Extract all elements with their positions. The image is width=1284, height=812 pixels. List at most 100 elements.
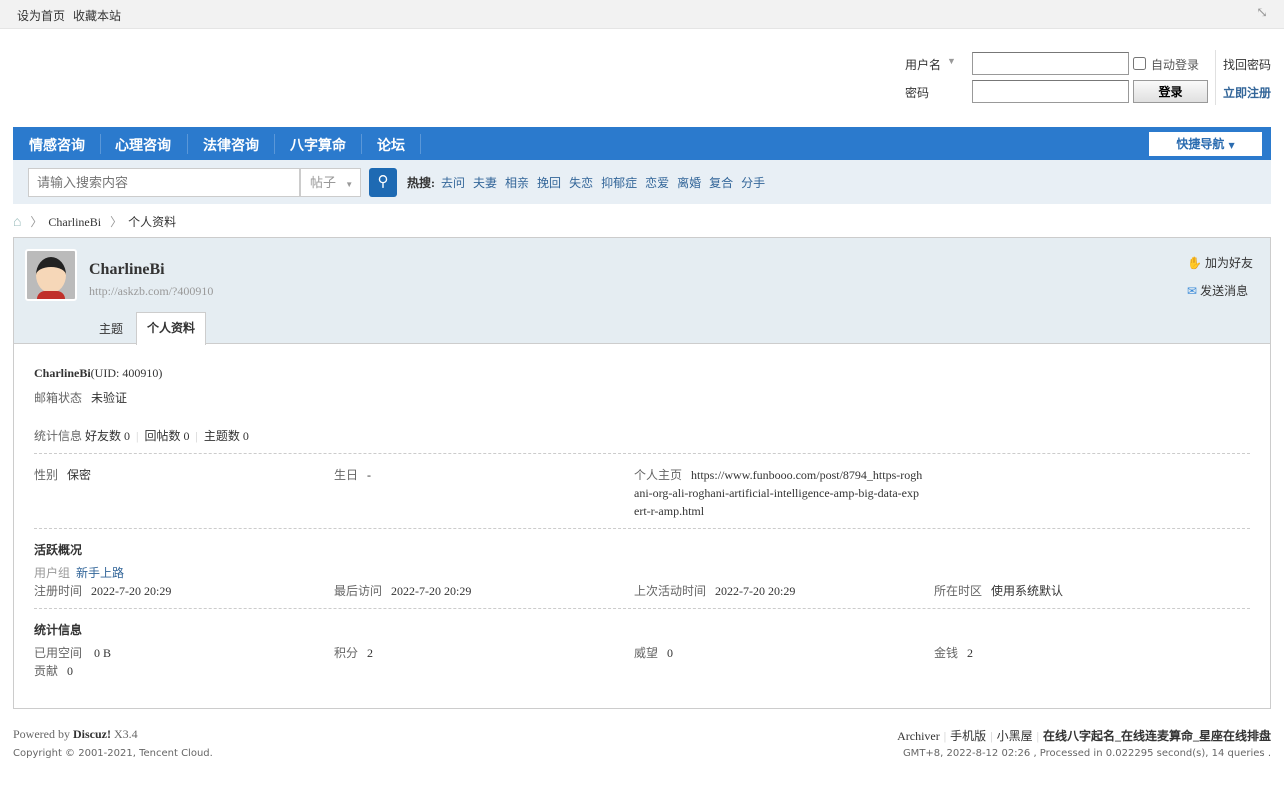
login-button[interactable]: 登录 bbox=[1133, 80, 1208, 103]
username-input[interactable] bbox=[972, 52, 1129, 75]
top-bar: 设为首页 收藏本站 ⤡ bbox=[0, 0, 1284, 29]
auto-login-label[interactable]: 自动登录 bbox=[1151, 56, 1199, 73]
auto-login-checkbox[interactable] bbox=[1133, 57, 1146, 70]
main-nav: 情感咨询 心理咨询 法律咨询 八字算命 论坛 快捷导航 ▼ bbox=[13, 127, 1271, 160]
uid: (UID: 400910) bbox=[90, 366, 163, 380]
archiver-link[interactable]: Archiver bbox=[897, 729, 940, 743]
hot-label: 热搜: bbox=[407, 176, 435, 190]
add-friend-label: 加为好友 bbox=[1204, 256, 1253, 270]
divider bbox=[34, 608, 1250, 609]
breadcrumb-page: 个人资料 bbox=[128, 215, 177, 229]
send-message-label: 发送消息 bbox=[1200, 284, 1249, 298]
email-label: 邮箱状态 bbox=[34, 391, 83, 405]
find-password-link[interactable]: 找回密码 bbox=[1223, 56, 1271, 73]
last-visit-label: 最后访问 bbox=[334, 584, 383, 598]
nav-item[interactable]: 八字算命 bbox=[290, 135, 346, 155]
search-icon[interactable]: ⚲ bbox=[369, 168, 397, 197]
nav-item[interactable]: 论坛 bbox=[377, 135, 405, 155]
hot-link[interactable]: 复合 bbox=[709, 176, 733, 190]
handshake-icon: ✋ bbox=[1187, 256, 1202, 270]
send-message-button[interactable]: ✉ 发送消息 bbox=[1187, 282, 1248, 299]
last-active-value: 2022-7-20 20:29 bbox=[715, 584, 796, 598]
hot-link[interactable]: 恋爱 bbox=[645, 176, 669, 190]
points-label: 积分 bbox=[334, 646, 359, 660]
homepage-label: 个人主页 bbox=[634, 468, 683, 482]
hot-link[interactable]: 离婚 bbox=[677, 176, 701, 190]
breadcrumb-user[interactable]: CharlineBi bbox=[48, 215, 101, 229]
threads-link[interactable]: 主题数 0 bbox=[204, 429, 249, 443]
site-link[interactable]: 在线八字起名_在线连麦算命_星座在线排盘 bbox=[1043, 729, 1271, 743]
activity-title: 活跃概况 bbox=[34, 543, 83, 557]
profile-name: CharlineBi bbox=[89, 261, 165, 278]
group-link[interactable]: 新手上路 bbox=[76, 566, 124, 580]
breadcrumb: ⌂ 〉 CharlineBi 〉个人资料 bbox=[13, 215, 177, 230]
nav-item[interactable]: 法律咨询 bbox=[203, 135, 259, 155]
add-friend-button[interactable]: ✋ 加为好友 bbox=[1187, 254, 1253, 271]
password-label: 密码 bbox=[905, 86, 930, 100]
hot-link[interactable]: 抑郁症 bbox=[601, 176, 637, 190]
divider bbox=[1215, 50, 1216, 105]
password-input[interactable] bbox=[972, 80, 1129, 103]
discuz-link[interactable]: Discuz! bbox=[73, 727, 111, 741]
tz-value: 使用系统默认 bbox=[991, 584, 1064, 598]
blackroom-link[interactable]: 小黑屋 bbox=[997, 729, 1033, 743]
hot-link[interactable]: 夫妻 bbox=[473, 176, 497, 190]
powered-by: Powered by bbox=[13, 727, 70, 741]
nav-item[interactable]: 心理咨询 bbox=[115, 135, 171, 155]
username-label[interactable]: 用户名 bbox=[905, 56, 941, 73]
last-active-label: 上次活动时间 bbox=[634, 584, 707, 598]
last-visit-value: 2022-7-20 20:29 bbox=[391, 584, 472, 598]
divider bbox=[34, 528, 1250, 529]
version: X3.4 bbox=[114, 727, 138, 741]
prestige-value: 0 bbox=[667, 646, 674, 660]
bookmark-link[interactable]: 收藏本站 bbox=[73, 7, 121, 24]
friends-link[interactable]: 好友数 0 bbox=[85, 429, 130, 443]
reg-value: 2022-7-20 20:29 bbox=[91, 584, 172, 598]
hot-searches: 热搜: 去问 夫妻 相亲 挽回 失恋 抑郁症 恋爱 离婚 复合 分手 bbox=[407, 174, 773, 191]
space-value: 0 B bbox=[94, 646, 112, 660]
tab-threads[interactable]: 主题 bbox=[99, 320, 123, 337]
stats-label: 统计信息 bbox=[34, 429, 83, 443]
contrib-value: 0 bbox=[67, 664, 74, 678]
birthday-label: 生日 bbox=[334, 468, 359, 482]
profile-header: CharlineBi http://askzb.com/?400910 ✋ 加为… bbox=[14, 238, 1270, 345]
tab-profile[interactable]: 个人资料 bbox=[136, 312, 206, 345]
gender-label: 性别 bbox=[34, 468, 59, 482]
mobile-link[interactable]: 手机版 bbox=[950, 729, 986, 743]
money-label: 金钱 bbox=[934, 646, 959, 660]
search-type-label: 帖子 bbox=[310, 175, 337, 190]
nav-item[interactable]: 情感咨询 bbox=[29, 135, 85, 155]
uid-name: CharlineBi bbox=[34, 366, 91, 380]
hot-link[interactable]: 失恋 bbox=[569, 176, 593, 190]
search-input[interactable] bbox=[28, 168, 300, 197]
hot-link[interactable]: 去问 bbox=[441, 176, 465, 190]
tz-label: 所在时区 bbox=[934, 584, 983, 598]
group-label: 用户组 bbox=[34, 566, 71, 580]
hot-link[interactable]: 挽回 bbox=[537, 176, 561, 190]
profile-box: CharlineBi http://askzb.com/?400910 ✋ 加为… bbox=[13, 237, 1271, 709]
chevron-down-icon[interactable]: ▼ bbox=[947, 56, 956, 66]
birthday-value: - bbox=[367, 468, 372, 482]
gender-value: 保密 bbox=[67, 468, 92, 482]
set-home-link[interactable]: 设为首页 bbox=[17, 7, 65, 24]
email-value: 未验证 bbox=[91, 391, 128, 405]
register-link[interactable]: 立即注册 bbox=[1223, 84, 1271, 101]
prestige-label: 威望 bbox=[634, 646, 659, 660]
search-bar: 帖子 ▼ ⚲ 热搜: 去问夫妻相亲挽回失恋抑郁症恋爱离婚复合分手 bbox=[13, 160, 1271, 204]
profile-url[interactable]: http://askzb.com/?400910 bbox=[89, 284, 213, 299]
hot-link[interactable]: 相亲 bbox=[505, 176, 529, 190]
quick-nav-button[interactable]: 快捷导航 ▼ bbox=[1149, 132, 1262, 156]
reg-label: 注册时间 bbox=[34, 584, 83, 598]
replies-link[interactable]: 回帖数 0 bbox=[144, 429, 189, 443]
space-label: 已用空间 bbox=[34, 646, 83, 660]
money-value: 2 bbox=[967, 646, 974, 660]
search-type-select[interactable]: 帖子 ▼ bbox=[300, 168, 361, 197]
avatar[interactable] bbox=[25, 249, 77, 301]
stats-title: 统计信息 bbox=[34, 623, 83, 637]
divider bbox=[34, 453, 1250, 454]
contrib-label: 贡献 bbox=[34, 664, 59, 678]
collapse-icon[interactable]: ⤡ bbox=[1256, 5, 1268, 22]
hot-link[interactable]: 分手 bbox=[741, 176, 765, 190]
home-icon[interactable]: ⌂ bbox=[13, 215, 21, 230]
points-value: 2 bbox=[367, 646, 374, 660]
